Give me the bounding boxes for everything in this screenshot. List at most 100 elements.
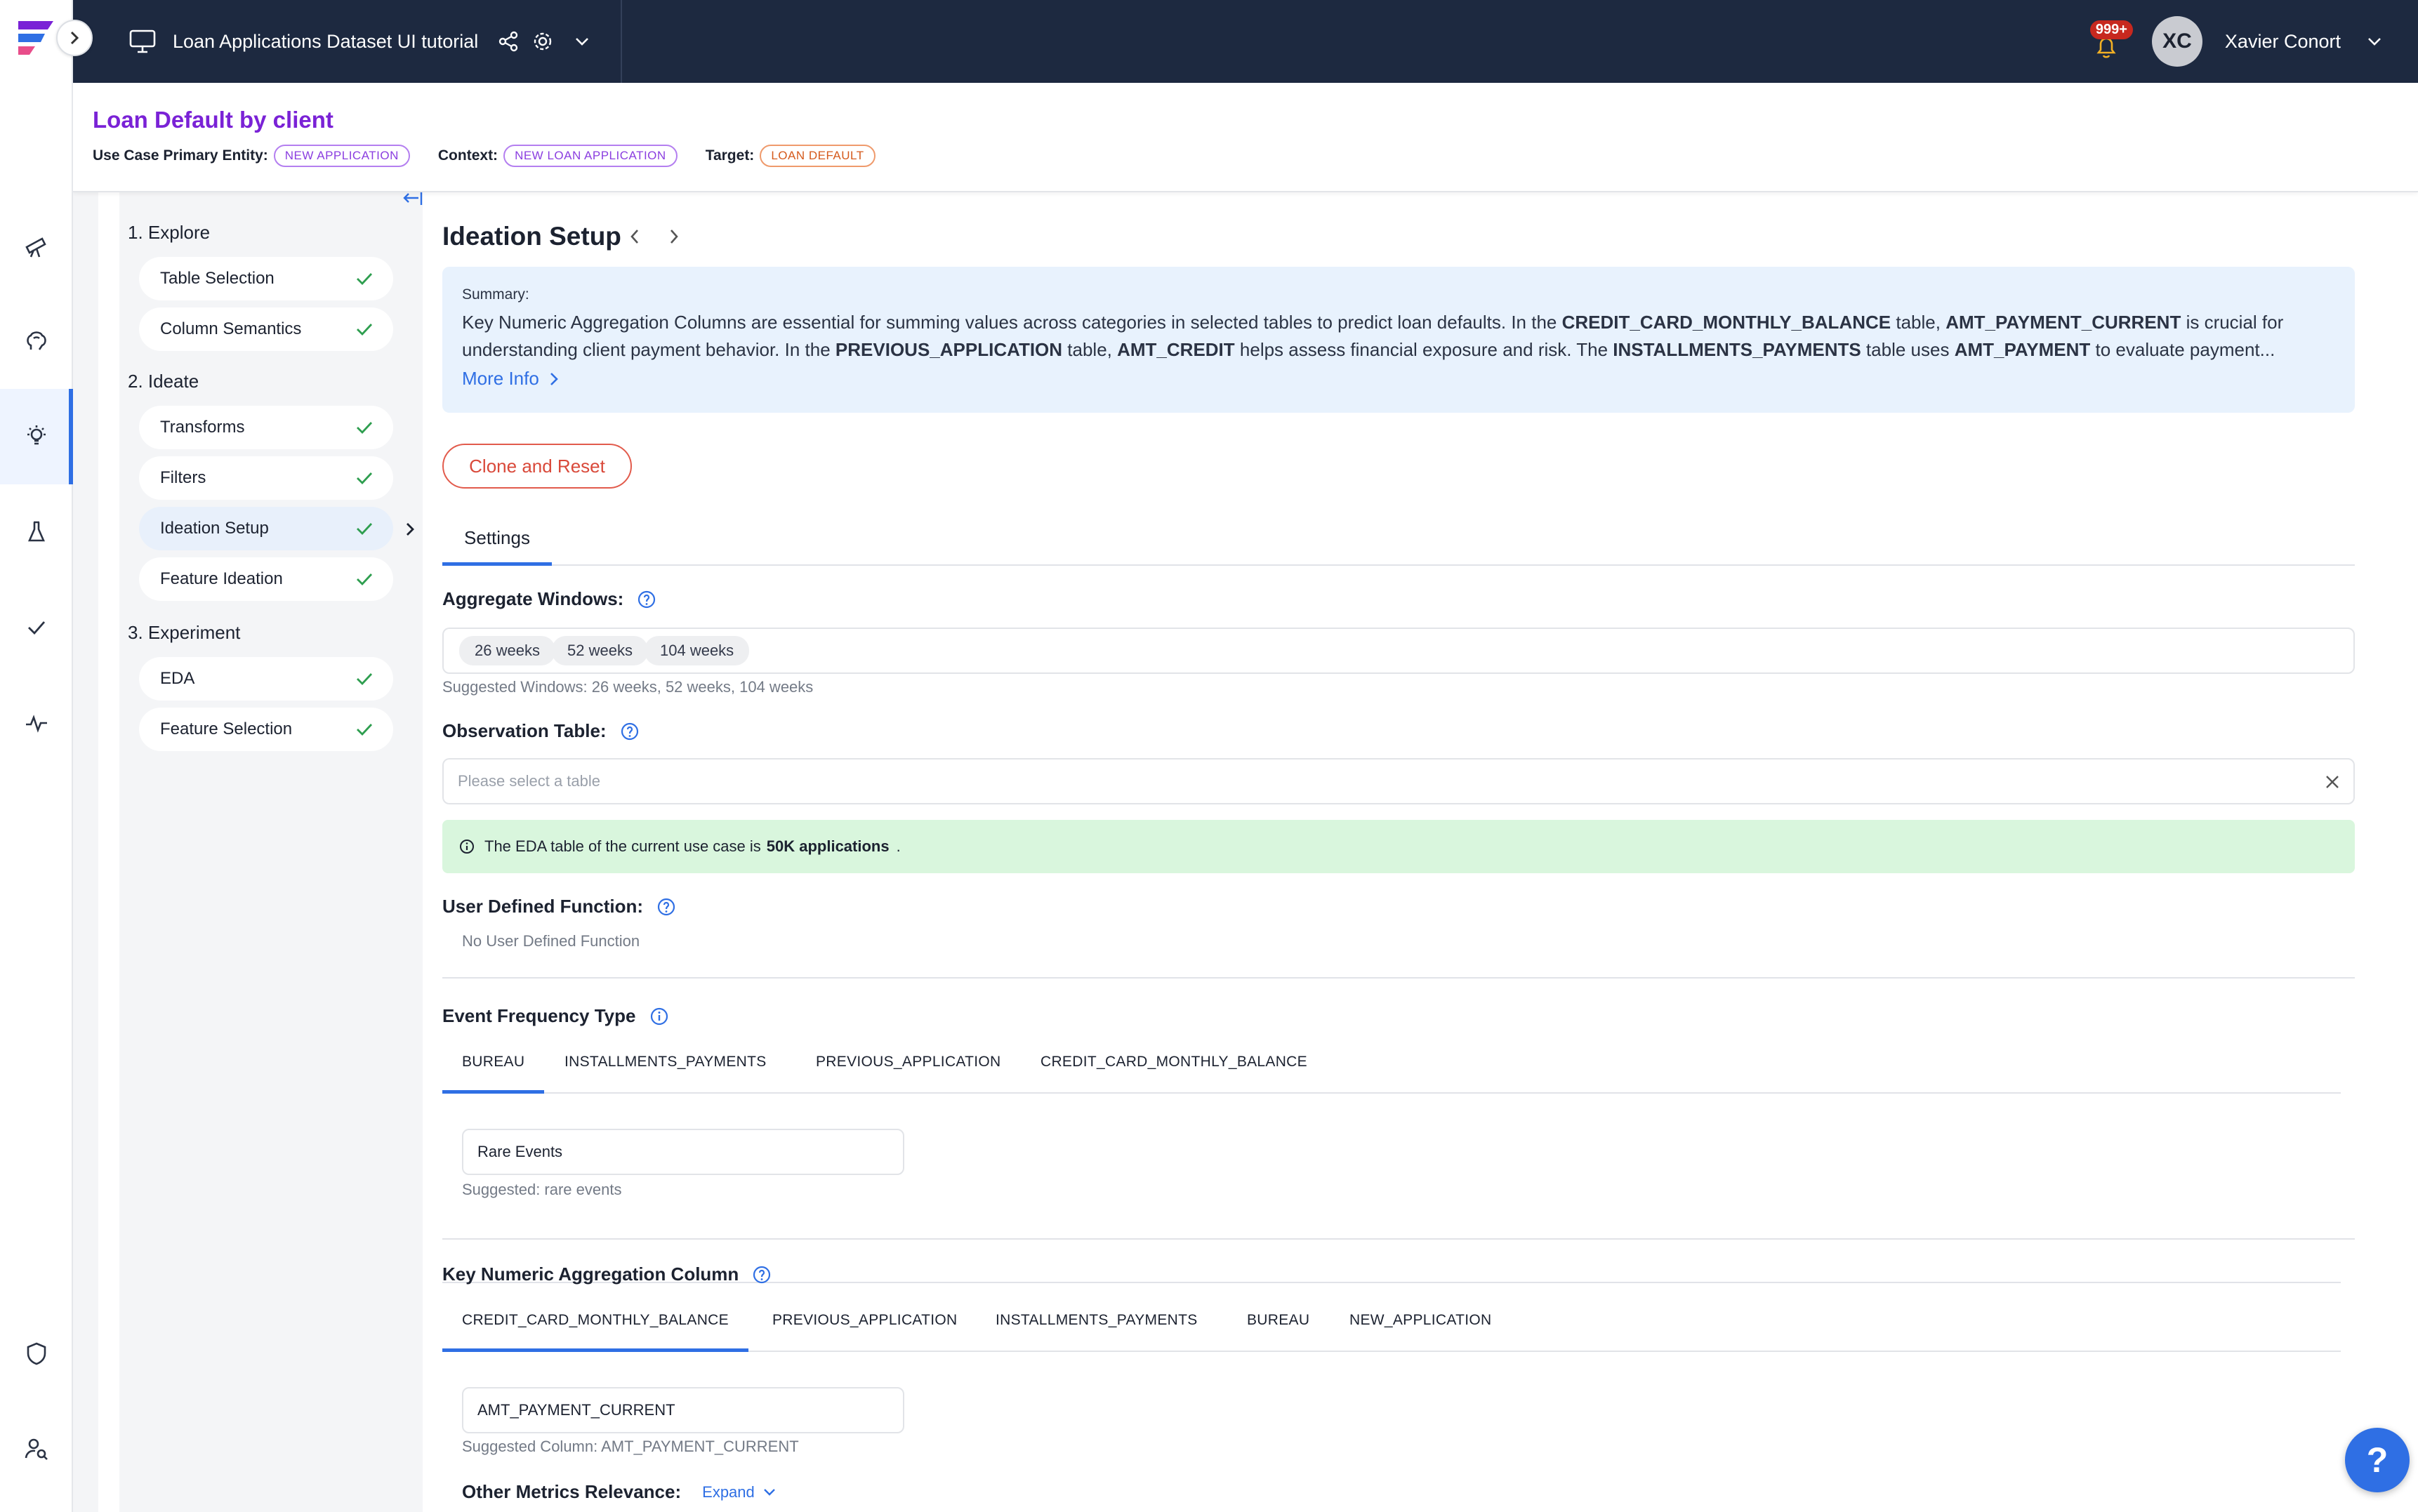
step-transforms[interactable]: Transforms — [139, 406, 393, 449]
check-icon — [357, 523, 373, 536]
help-circle-icon[interactable] — [637, 590, 656, 609]
more-info-label: More Info — [462, 368, 539, 389]
rail-user-search[interactable] — [0, 1401, 73, 1497]
observation-table-label-text: Observation Table: — [442, 720, 607, 741]
chevron-left-icon — [630, 230, 638, 244]
step-label: Ideation Setup — [160, 519, 269, 538]
monitor-icon — [129, 29, 156, 53]
window-chip[interactable]: 26 weeks — [459, 636, 555, 665]
window-chip[interactable]: 52 weeks — [552, 636, 648, 665]
udf-label: User Defined Function: — [442, 896, 675, 917]
chevron-right-icon — [407, 523, 414, 536]
check-icon — [28, 621, 46, 635]
section-divider — [442, 1238, 2355, 1240]
expand-other-metrics-button[interactable]: Expand — [702, 1483, 776, 1501]
observation-table-label: Observation Table: — [442, 720, 639, 742]
summary-text-part: table, — [1062, 339, 1118, 360]
chevron-right-icon — [670, 230, 678, 244]
tab-installments-payments[interactable]: INSTALLMENTS_PAYMENTS — [976, 1303, 1217, 1352]
tab-credit-card-monthly-balance[interactable]: CREDIT_CARD_MONTHLY_BALANCE — [442, 1303, 748, 1352]
aggregate-windows-label: Aggregate Windows: — [442, 588, 656, 610]
tab-installments-payments[interactable]: INSTALLMENTS_PAYMENTS — [545, 1045, 786, 1094]
content-panel: 1. Explore Table Selection Column Semant… — [98, 192, 2418, 1512]
rail-ideation[interactable] — [0, 389, 73, 484]
ideation-setup-main: Ideation Setup Summary: Key Numeric Aggr… — [442, 192, 2355, 1512]
stage-explore: 1. Explore — [128, 222, 211, 243]
step-eda[interactable]: EDA — [139, 657, 393, 701]
tab-settings[interactable]: Settings — [442, 522, 552, 566]
tab-bureau[interactable]: BUREAU — [442, 1045, 545, 1094]
step-table-selection[interactable]: Table Selection — [139, 257, 393, 300]
notification-count-badge: 999+ — [2089, 20, 2133, 39]
share-button[interactable] — [498, 31, 519, 52]
tab-new-application[interactable]: NEW_APPLICATION — [1330, 1303, 1511, 1352]
step-label: Feature Ideation — [160, 569, 283, 588]
rail-experiment[interactable] — [0, 484, 73, 580]
expand-label: Expand — [702, 1483, 755, 1501]
summary-text-part: helps assess financial exposure and risk… — [1234, 339, 1613, 360]
help-circle-icon[interactable] — [621, 722, 639, 741]
summary-table-name: CREDIT_CARD_MONTHLY_BALANCE — [1561, 312, 1891, 333]
close-icon[interactable] — [2324, 774, 2341, 790]
summary-text-part: Key Numeric Aggregation Columns are esse… — [462, 312, 1562, 333]
help-circle-icon[interactable] — [657, 898, 675, 916]
key-numeric-label-text: Key Numeric Aggregation Column — [442, 1264, 739, 1285]
check-icon — [357, 324, 373, 336]
check-icon — [357, 472, 373, 485]
rail-catalog[interactable] — [0, 198, 73, 293]
summary-table-name: INSTALLMENTS_PAYMENTS — [1613, 339, 1861, 360]
tab-bureau[interactable]: BUREAU — [1227, 1303, 1329, 1352]
step-label: Feature Selection — [160, 719, 293, 738]
rail-security[interactable] — [0, 1306, 73, 1401]
tab-previous-application[interactable]: PREVIOUS_APPLICATION — [753, 1303, 977, 1352]
info-circle-icon[interactable] — [650, 1007, 668, 1026]
page-title: Ideation Setup — [442, 222, 621, 251]
notifications-button[interactable]: 999+ — [2082, 20, 2133, 62]
other-metrics-label: Other Metrics Relevance: — [462, 1481, 682, 1502]
next-step-button[interactable] — [666, 227, 682, 246]
use-case-title[interactable]: Loan Default by client — [93, 107, 333, 133]
event-frequency-hint: Suggested: rare events — [462, 1181, 622, 1198]
context-chip[interactable]: NEW LOAN APPLICATION — [503, 145, 678, 167]
settings-button[interactable] — [531, 30, 554, 53]
stage-ideate: 2. Ideate — [128, 371, 199, 392]
summary-table-name: PREVIOUS_APPLICATION — [835, 339, 1063, 360]
clone-and-reset-button[interactable]: Clone and Reset — [442, 444, 632, 489]
target-chip[interactable]: LOAN DEFAULT — [760, 145, 876, 167]
step-filters[interactable]: Filters — [139, 456, 393, 500]
step-label: Column Semantics — [160, 319, 302, 338]
eda-table-alert: The EDA table of the current use case is… — [442, 820, 2355, 873]
collapse-left-icon — [403, 192, 423, 205]
user-name[interactable]: Xavier Conort — [2225, 31, 2341, 53]
more-info-link[interactable]: More Info — [462, 368, 559, 390]
project-menu-button[interactable] — [574, 33, 590, 50]
key-numeric-select[interactable]: AMT_PAYMENT_CURRENT — [462, 1387, 904, 1433]
step-feature-selection[interactable]: Feature Selection — [139, 708, 393, 751]
primary-entity-chip[interactable]: NEW APPLICATION — [273, 145, 410, 167]
observation-table-select[interactable]: Please select a table — [442, 758, 2355, 804]
rail-monitor[interactable] — [0, 675, 73, 771]
step-feature-ideation[interactable]: Feature Ideation — [139, 557, 393, 601]
window-chip[interactable]: 104 weeks — [645, 636, 750, 665]
step-ideation-setup[interactable]: Ideation Setup — [139, 507, 414, 550]
collapse-steps-button[interactable] — [403, 192, 424, 206]
eda-table-name[interactable]: 50K applications — [767, 837, 890, 856]
user-menu-button[interactable] — [2366, 33, 2383, 50]
rail-ideate-brain[interactable] — [0, 293, 73, 389]
featurebyte-logo-icon[interactable] — [14, 15, 58, 59]
help-button[interactable]: ? — [2345, 1428, 2410, 1492]
aggregate-windows-input[interactable]: 26 weeks 52 weeks 104 weeks — [442, 628, 2355, 674]
check-icon — [357, 273, 373, 286]
help-circle-icon[interactable] — [753, 1266, 771, 1284]
avatar[interactable]: XC — [2151, 16, 2202, 67]
tab-previous-application[interactable]: PREVIOUS_APPLICATION — [796, 1045, 1021, 1094]
summary-label: Summary: — [462, 286, 529, 303]
tab-credit-card-monthly-balance[interactable]: CREDIT_CARD_MONTHLY_BALANCE — [1021, 1045, 1327, 1094]
prev-step-button[interactable] — [626, 227, 643, 246]
expand-sidebar-button[interactable] — [56, 20, 93, 56]
event-frequency-select[interactable]: Rare Events — [462, 1129, 904, 1175]
chevron-down-icon — [2368, 38, 2381, 46]
rail-deploy[interactable] — [0, 580, 73, 675]
workflow-steps: 1. Explore Table Selection Column Semant… — [119, 192, 423, 1512]
step-column-semantics[interactable]: Column Semantics — [139, 307, 393, 351]
